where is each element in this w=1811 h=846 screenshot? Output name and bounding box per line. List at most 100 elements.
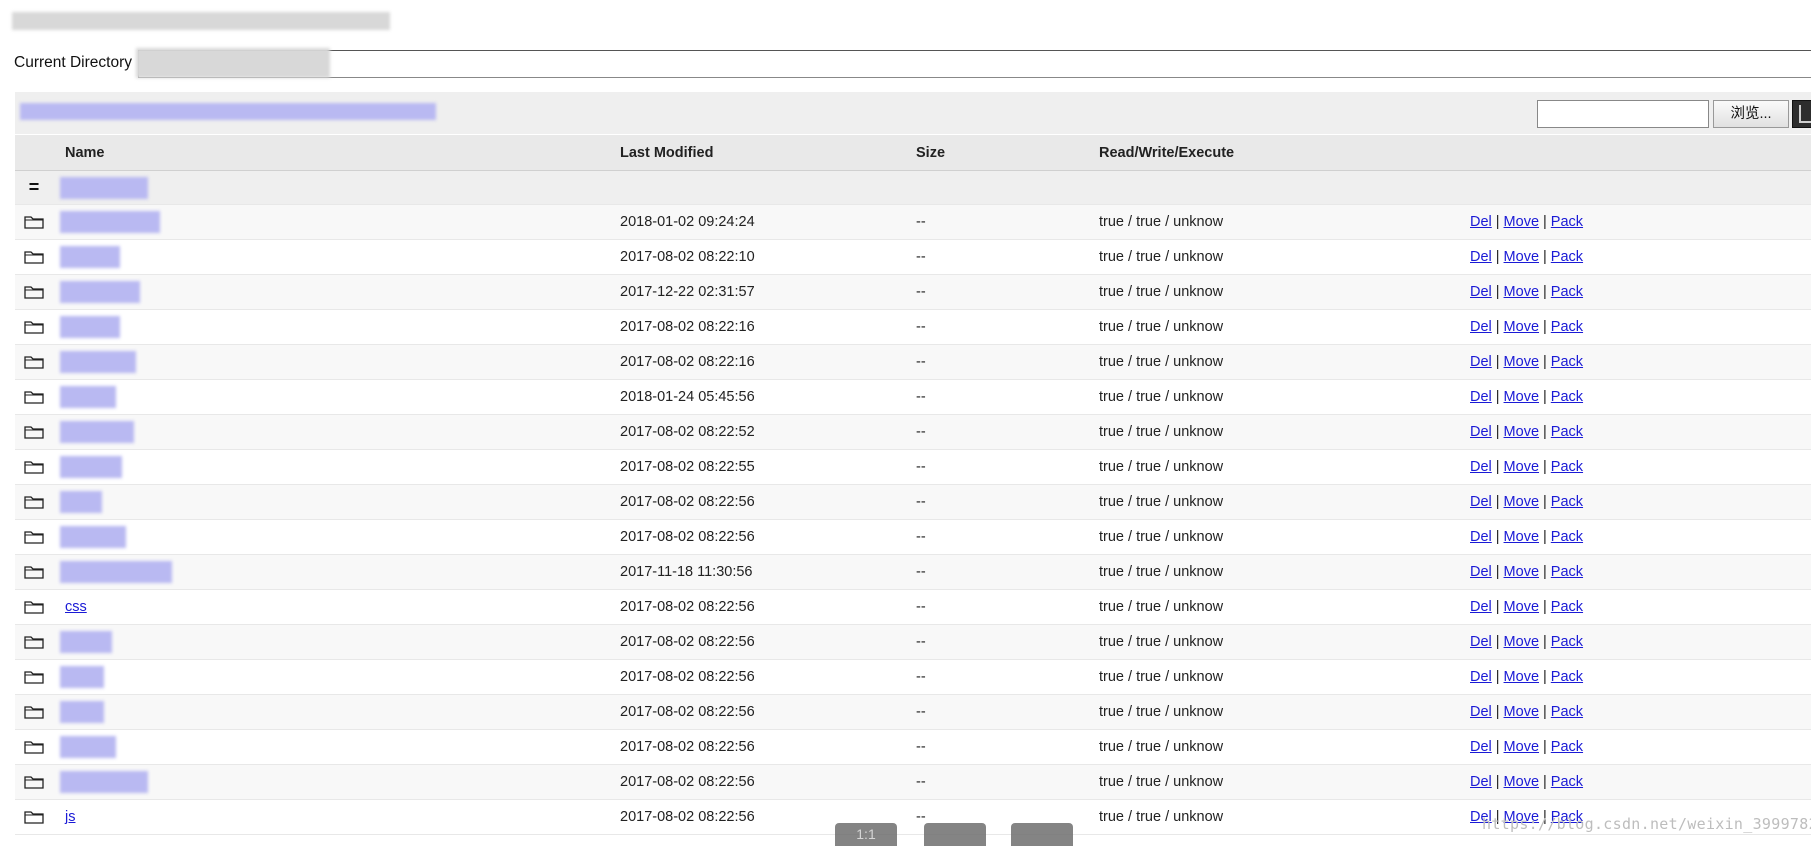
move-link[interactable]: Move: [1504, 704, 1539, 720]
move-link[interactable]: Move: [1504, 284, 1539, 300]
folder-icon: [19, 240, 49, 274]
redacted-folder-name: [60, 561, 172, 583]
redacted-folder-name: [60, 421, 134, 443]
column-header-last-modified[interactable]: Last Modified: [620, 135, 713, 170]
size-cell: --: [916, 774, 926, 790]
table-row: U2018-01-24 05:45:56--true / true / unkn…: [15, 380, 1811, 415]
folder-icon: [19, 310, 49, 344]
rwx-cell: true / true / unknow: [1099, 599, 1224, 615]
column-header-rwx[interactable]: Read/Write/Execute: [1099, 135, 1234, 170]
action-separator: |: [1543, 564, 1547, 580]
del-link[interactable]: Del: [1470, 424, 1492, 440]
action-separator: |: [1543, 249, 1547, 265]
size-cell: --: [916, 214, 926, 230]
move-link[interactable]: Move: [1504, 774, 1539, 790]
folder-name-link[interactable]: css: [65, 599, 87, 615]
move-link[interactable]: Move: [1504, 389, 1539, 405]
pack-link[interactable]: Pack: [1551, 669, 1583, 685]
del-link[interactable]: Del: [1470, 494, 1492, 510]
folder-icon: [19, 520, 49, 554]
last-modified-cell: 2017-08-02 08:22:10: [620, 249, 755, 265]
del-link[interactable]: Del: [1470, 249, 1492, 265]
redacted-folder-name: [60, 491, 102, 513]
pack-link[interactable]: Pack: [1551, 564, 1583, 580]
pack-link[interactable]: Pack: [1551, 704, 1583, 720]
folder-icon: [19, 205, 49, 239]
size-cell: --: [916, 634, 926, 650]
pack-link[interactable]: Pack: [1551, 389, 1583, 405]
move-link[interactable]: Move: [1504, 564, 1539, 580]
row-actions: Del | Move | Pack: [1470, 275, 1583, 309]
move-link[interactable]: Move: [1504, 529, 1539, 545]
redacted-folder-name: [60, 246, 120, 268]
folder-icon: [19, 765, 49, 799]
move-link[interactable]: Move: [1504, 599, 1539, 615]
pack-link[interactable]: Pack: [1551, 599, 1583, 615]
parent-directory-row[interactable]: =: [15, 171, 1811, 205]
action-separator: |: [1543, 214, 1547, 230]
del-link[interactable]: Del: [1470, 669, 1492, 685]
move-link[interactable]: Move: [1504, 424, 1539, 440]
browse-button[interactable]: 浏览...: [1713, 100, 1789, 128]
table-row: 2017-08-02 08:22:56 -- true / true / unkno…: [15, 660, 1811, 695]
del-link[interactable]: Del: [1470, 389, 1492, 405]
pack-link[interactable]: Pack: [1551, 284, 1583, 300]
pack-link[interactable]: Pack: [1551, 354, 1583, 370]
action-separator: |: [1495, 389, 1500, 405]
redacted-toolbar-links[interactable]: [20, 103, 436, 120]
del-link[interactable]: Del: [1470, 319, 1492, 335]
viewer-zoom-indicator[interactable]: 1:1: [835, 823, 897, 846]
del-link[interactable]: Del: [1470, 459, 1492, 475]
pack-link[interactable]: Pack: [1551, 634, 1583, 650]
move-link[interactable]: Move: [1504, 494, 1539, 510]
del-link[interactable]: Del: [1470, 529, 1492, 545]
pack-link[interactable]: Pack: [1551, 529, 1583, 545]
redacted-parent-link[interactable]: [60, 177, 148, 199]
last-modified-cell: 2017-08-02 08:22:56: [620, 739, 755, 755]
move-link[interactable]: Move: [1504, 634, 1539, 650]
move-link[interactable]: Move: [1504, 214, 1539, 230]
pack-link[interactable]: Pack: [1551, 214, 1583, 230]
pack-link[interactable]: Pack: [1551, 739, 1583, 755]
action-separator: |: [1543, 424, 1547, 440]
del-link[interactable]: Del: [1470, 599, 1492, 615]
last-modified-cell: 2017-08-02 08:22:16: [620, 354, 755, 370]
move-link[interactable]: Move: [1504, 354, 1539, 370]
folder-icon: [19, 345, 49, 379]
viewer-fit-icon[interactable]: [924, 823, 986, 846]
del-link[interactable]: Del: [1470, 214, 1492, 230]
redacted-folder-name: [60, 211, 160, 233]
column-header-name[interactable]: Name: [65, 135, 105, 170]
pack-link[interactable]: Pack: [1551, 459, 1583, 475]
del-link[interactable]: Del: [1470, 564, 1492, 580]
action-separator: |: [1543, 704, 1547, 720]
action-separator: |: [1543, 284, 1547, 300]
viewer-fullscreen-icon[interactable]: [1011, 823, 1073, 846]
pack-link[interactable]: Pack: [1551, 774, 1583, 790]
current-directory-input[interactable]: [138, 50, 1811, 78]
pack-link[interactable]: Pack: [1551, 319, 1583, 335]
folder-name-link[interactable]: js: [65, 809, 75, 825]
move-link[interactable]: Move: [1504, 739, 1539, 755]
redacted-folder-name: [60, 386, 116, 408]
size-cell: --: [916, 739, 926, 755]
column-header-size[interactable]: Size: [916, 135, 945, 170]
pack-link[interactable]: Pack: [1551, 249, 1583, 265]
del-link[interactable]: Del: [1470, 774, 1492, 790]
upload-file-field[interactable]: [1537, 100, 1709, 128]
move-link[interactable]: Move: [1504, 669, 1539, 685]
upload-button[interactable]: [1792, 100, 1811, 128]
last-modified-cell: 2017-08-02 08:22:56: [620, 599, 755, 615]
pack-link[interactable]: Pack: [1551, 424, 1583, 440]
rwx-cell: true / true / unknow: [1099, 704, 1224, 720]
del-link[interactable]: Del: [1470, 739, 1492, 755]
move-link[interactable]: Move: [1504, 319, 1539, 335]
del-link[interactable]: Del: [1470, 704, 1492, 720]
move-link[interactable]: Move: [1504, 249, 1539, 265]
del-link[interactable]: Del: [1470, 354, 1492, 370]
del-link[interactable]: Del: [1470, 284, 1492, 300]
pack-link[interactable]: Pack: [1551, 494, 1583, 510]
del-link[interactable]: Del: [1470, 634, 1492, 650]
move-link[interactable]: Move: [1504, 459, 1539, 475]
action-separator: |: [1495, 599, 1500, 615]
